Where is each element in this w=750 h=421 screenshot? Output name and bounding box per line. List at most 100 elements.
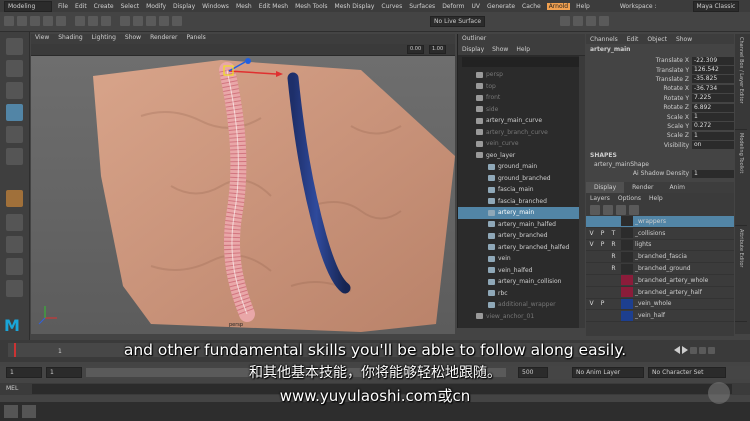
menu-item-curves[interactable]: Curves — [381, 3, 402, 10]
menu-item-surfaces[interactable]: Surfaces — [409, 3, 435, 10]
outliner-item[interactable]: fascia_main — [458, 184, 585, 196]
outliner-search-field[interactable] — [462, 57, 581, 67]
outliner-item[interactable]: ground_main — [458, 161, 585, 173]
channel-value[interactable]: 126.542 — [692, 66, 734, 75]
channel-row[interactable]: Translate Z -35.825 — [586, 75, 734, 84]
channel-row[interactable]: Rotate Y 7.225 — [586, 94, 734, 103]
side-tab[interactable]: Channel Box / Layer Editor — [735, 34, 747, 130]
select-object-icon[interactable] — [88, 16, 98, 26]
channel-menu-channels[interactable]: Channels — [590, 36, 618, 43]
new-layer-icon[interactable] — [616, 205, 626, 215]
snap-surface-icon[interactable] — [172, 16, 182, 26]
ipr-icon[interactable] — [573, 16, 583, 26]
open-scene-icon[interactable] — [17, 16, 27, 26]
channel-value[interactable]: 0.272 — [692, 122, 734, 131]
channel-row[interactable]: Scale Y 0.272 — [586, 122, 734, 131]
layer-color-swatch[interactable] — [621, 298, 633, 309]
layer-tab-anim[interactable]: Anim — [662, 182, 693, 193]
outliner-item[interactable]: artery_branched_halfed — [458, 242, 585, 254]
layer-row[interactable]: _branched_artery_whole — [586, 275, 734, 287]
layer-color-swatch[interactable] — [621, 239, 633, 250]
hypershade-icon[interactable] — [599, 16, 609, 26]
layer-color-swatch[interactable] — [621, 251, 633, 262]
outliner-menu-help[interactable]: Help — [516, 46, 530, 53]
side-tab[interactable]: Modeling Toolkit — [735, 130, 747, 226]
layer-color-swatch[interactable] — [621, 275, 633, 286]
select-component-icon[interactable] — [101, 16, 111, 26]
channel-value[interactable]: 6.892 — [692, 103, 734, 112]
new-scene-icon[interactable] — [4, 16, 14, 26]
lasso-tool-icon[interactable] — [6, 60, 23, 77]
menu-item-mesh-display[interactable]: Mesh Display — [335, 3, 375, 10]
channel-row[interactable]: Rotate X -36.734 — [586, 84, 734, 93]
channel-menu-object[interactable]: Object — [647, 36, 667, 43]
window-icon-2[interactable] — [22, 405, 36, 418]
menu-item-generate[interactable]: Generate — [487, 3, 515, 10]
menu-help[interactable]: Help — [576, 3, 590, 10]
live-surface-field[interactable]: No Live Surface — [430, 16, 486, 27]
channel-value[interactable]: 1 — [692, 113, 734, 122]
menu-item-edit-mesh[interactable]: Edit Mesh — [259, 3, 288, 10]
layer-row[interactable]: _branched_artery_half — [586, 287, 734, 299]
layer-tab-display[interactable]: Display — [586, 182, 625, 193]
outliner-item[interactable]: additional_wrapper — [458, 299, 585, 311]
channel-value[interactable]: 7.225 — [692, 94, 734, 103]
menu-item-file[interactable]: File — [58, 3, 68, 10]
outliner-item[interactable]: view_anchor_01 — [458, 311, 585, 323]
menu-item-deform[interactable]: Deform — [442, 3, 464, 10]
shadow-density-row[interactable]: Ai Shadow Density 1 — [586, 169, 734, 178]
layer-toggle-t[interactable]: R — [608, 241, 619, 248]
select-hierarchy-icon[interactable] — [75, 16, 85, 26]
layer-color-swatch[interactable] — [621, 263, 633, 274]
outliner-item[interactable]: front — [458, 92, 585, 104]
single-pane-icon[interactable] — [6, 214, 23, 231]
menu-item-create[interactable]: Create — [94, 3, 114, 10]
menu-item-edit[interactable]: Edit — [75, 3, 87, 10]
layer-toggle-v[interactable]: V — [586, 241, 597, 248]
paint-select-icon[interactable] — [6, 82, 23, 99]
render-icon[interactable] — [560, 16, 570, 26]
channel-row[interactable]: Rotate Z 6.892 — [586, 103, 734, 112]
window-icon[interactable] — [4, 405, 18, 418]
mode-dropdown[interactable]: Modeling — [4, 0, 52, 12]
channel-value[interactable]: -22.309 — [692, 56, 734, 65]
shadow-density-value[interactable]: 1 — [692, 169, 734, 178]
side-tab[interactable]: Attribute Editor — [735, 226, 747, 322]
persp-viewport[interactable]: persp — [31, 56, 455, 334]
viewport-field-1[interactable]: 0.00 — [407, 45, 425, 54]
save-scene-icon[interactable] — [30, 16, 40, 26]
outliner-item[interactable]: artery_main — [458, 207, 585, 219]
layer-toggle-t[interactable]: R — [608, 265, 619, 272]
outliner-item[interactable]: side — [458, 104, 585, 116]
layer-color-swatch[interactable] — [621, 216, 633, 227]
persp-outliner-icon[interactable] — [6, 258, 23, 275]
render-settings-icon[interactable] — [586, 16, 596, 26]
layout-icon[interactable] — [6, 190, 23, 207]
layer-row[interactable]: _vein_half — [586, 310, 734, 323]
layer-toggle-t[interactable]: R — [608, 253, 619, 260]
outliner-item[interactable]: fascia_branched — [458, 196, 585, 208]
outliner-item[interactable]: rbc — [458, 288, 585, 300]
menu-item-mesh[interactable]: Mesh — [236, 3, 252, 10]
menu-item-uv[interactable]: UV — [472, 3, 481, 10]
channel-row[interactable]: Scale X1 — [586, 112, 734, 122]
layer-menu-options[interactable]: Options — [618, 195, 641, 202]
layer-toggle-v[interactable]: V — [586, 230, 597, 237]
layer-toggle-v[interactable]: V — [586, 300, 597, 307]
channel-menu-edit[interactable]: Edit — [627, 36, 639, 43]
channel-value[interactable]: -36.734 — [692, 84, 734, 93]
menu-item-display[interactable]: Display — [173, 3, 195, 10]
outliner-item[interactable]: vein_curve — [458, 138, 585, 150]
menu-item-mesh-tools[interactable]: Mesh Tools — [295, 3, 327, 10]
outliner-item[interactable]: ground_branched — [458, 173, 585, 185]
channel-value[interactable]: 1 — [692, 131, 734, 140]
undo-icon[interactable] — [43, 16, 53, 26]
outliner-item[interactable]: vein — [458, 253, 585, 265]
layer-row[interactable]: V P _vein_whole — [586, 298, 734, 311]
layer-toggle-p[interactable]: P — [597, 300, 608, 307]
move-tool-icon[interactable] — [6, 104, 23, 121]
persp-graph-icon[interactable] — [6, 280, 23, 297]
new-layer-selected-icon[interactable] — [629, 205, 639, 215]
layer-row[interactable]: V P Rlights — [586, 239, 734, 252]
viewport-field-2[interactable]: 1.00 — [429, 45, 447, 54]
